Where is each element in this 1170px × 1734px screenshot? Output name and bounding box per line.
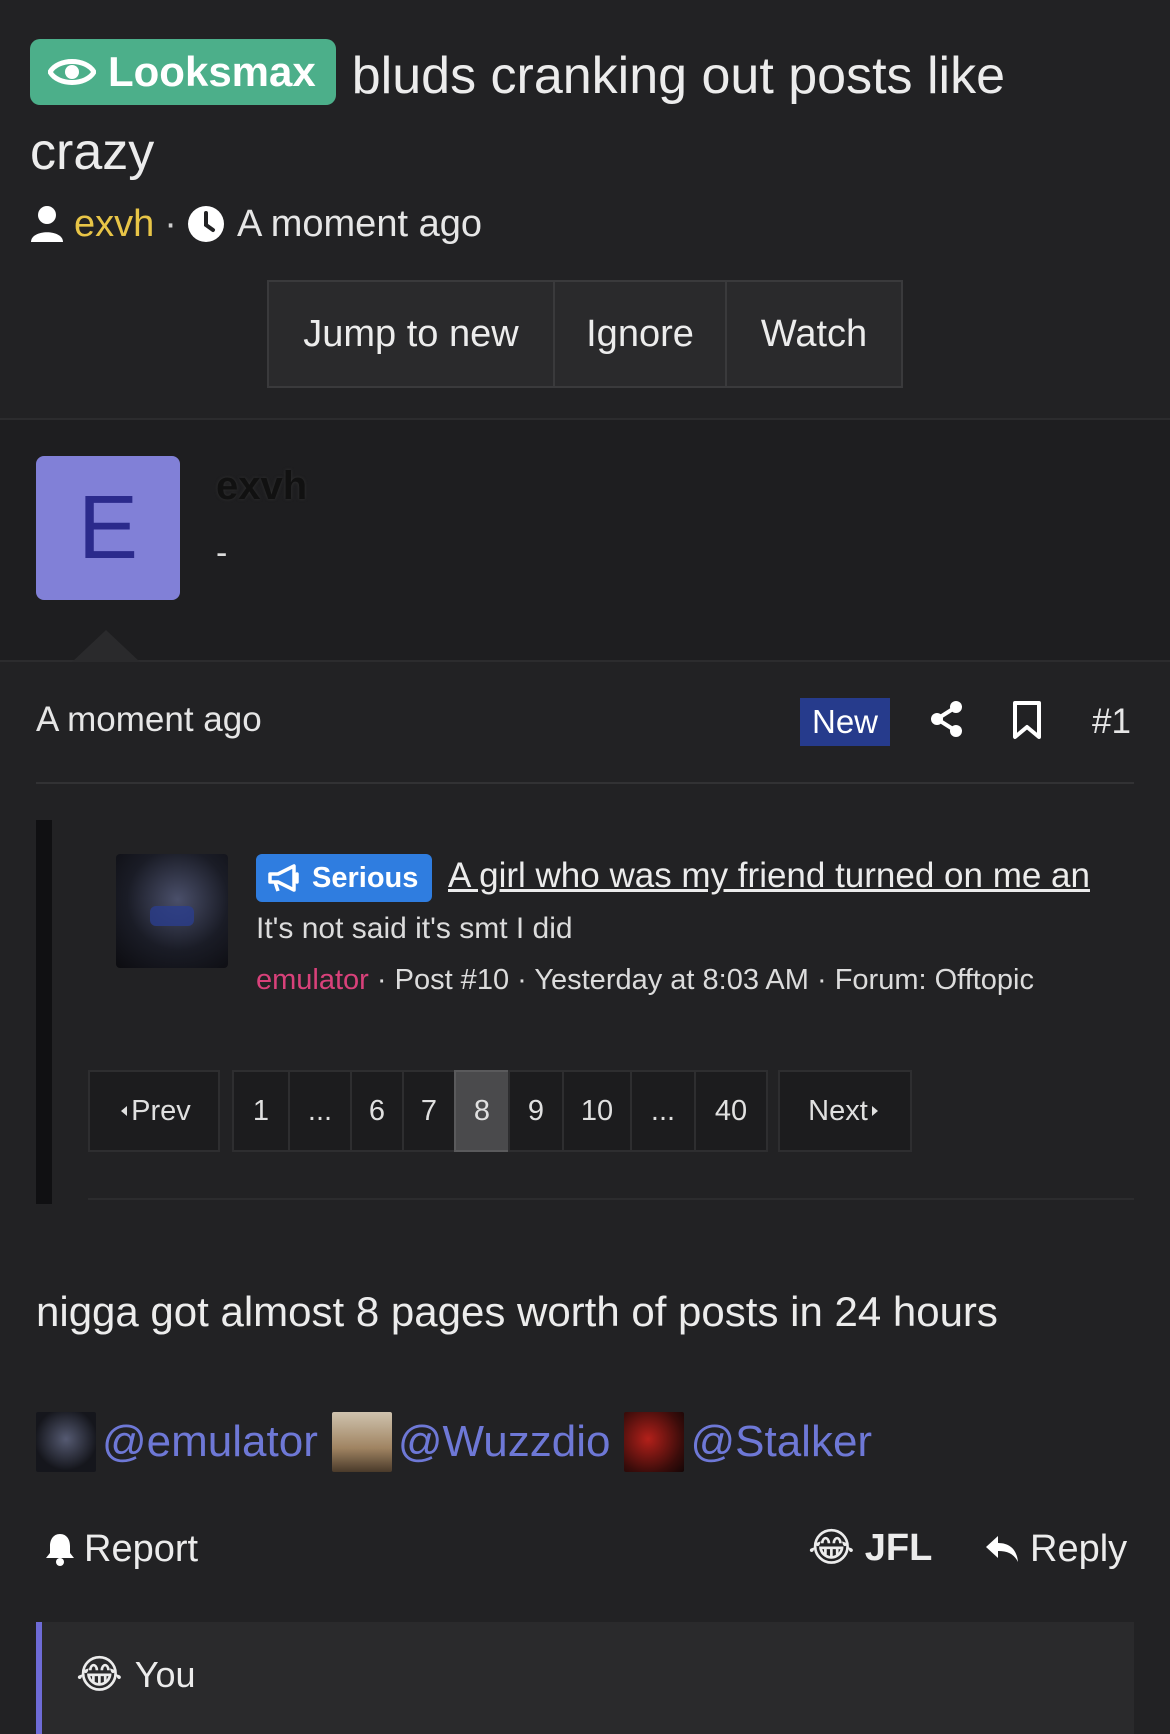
jfl-label: JFL	[864, 1526, 933, 1569]
crying-laughing-emoji: 😂	[808, 1526, 855, 1570]
eye-icon	[48, 59, 96, 85]
meta-separator: ·	[164, 202, 177, 245]
report-label: Report	[84, 1527, 199, 1570]
prefix-badge-looksmax[interactable]: Looksmax	[30, 39, 336, 105]
chevron-right-icon	[871, 1106, 878, 1116]
share-icon[interactable]	[930, 700, 964, 738]
clock-icon	[187, 206, 224, 242]
report-button[interactable]: Report	[44, 1524, 198, 1574]
thread-author-link[interactable]: exvh	[74, 203, 154, 246]
thread-title: Looksmax bluds cranking out posts like cr…	[30, 38, 1140, 190]
ignore-button[interactable]: Ignore	[555, 282, 727, 386]
mention-link-emulator[interactable]: @emulator	[102, 1417, 318, 1467]
page-link: 7	[402, 1070, 456, 1152]
jump-to-new-button[interactable]: Jump to new	[269, 282, 555, 386]
reactions-bar[interactable]: 😂 You	[36, 1622, 1134, 1734]
avatar[interactable]	[36, 1412, 96, 1472]
megaphone-icon	[268, 864, 299, 892]
page-link: 6	[350, 1070, 404, 1152]
page-link: 9	[508, 1070, 564, 1152]
page-ellipsis: ...	[630, 1070, 696, 1152]
post-time[interactable]: A moment ago	[36, 700, 262, 740]
embed-author: emulator	[256, 964, 369, 996]
reply-arrow-icon	[986, 1536, 1018, 1562]
reply-label: Reply	[1030, 1527, 1128, 1570]
mention-link-stalker[interactable]: @Stalker	[690, 1417, 872, 1467]
bookmark-icon[interactable]	[1012, 700, 1042, 740]
mention-link-wuzzdio[interactable]: @Wuzzdio	[398, 1417, 611, 1467]
pagination-prev: Prev	[88, 1070, 220, 1152]
page-link: 40	[694, 1070, 768, 1152]
page-ellipsis: ...	[288, 1070, 352, 1152]
embed-meta: emulator · Post #10 · Yesterday at 8:03 …	[256, 964, 1034, 997]
prefix-badge-serious: Serious	[256, 854, 433, 902]
user-icon	[31, 206, 63, 242]
thread-meta: exvh · A moment ago	[30, 198, 482, 250]
page-link: 10	[562, 1070, 632, 1152]
post-user-title: -	[216, 534, 228, 572]
embed-avatar	[116, 854, 228, 968]
embed-meta-rest: · Post #10 · Yesterday at 8:03 AM · Foru…	[368, 964, 1035, 996]
reactions-user: You	[134, 1654, 196, 1695]
avatar[interactable]	[624, 1412, 685, 1472]
avatar[interactable]: E	[36, 456, 180, 600]
prefix-label: Looksmax	[108, 48, 316, 95]
divider	[36, 782, 1134, 784]
embed-pagination: Prev 1 ... 6 7 8 9 10 ... 40 Next	[88, 1070, 912, 1152]
post-username[interactable]: exvh	[216, 464, 307, 509]
chevron-left-icon	[121, 1106, 128, 1116]
new-badge: New	[800, 698, 890, 746]
post-body-text: nigga got almost 8 pages worth of posts …	[36, 1288, 998, 1335]
watch-button[interactable]: Watch	[727, 282, 901, 386]
mentions-row: @emulator @Wuzzdio @Stalker	[36, 1412, 886, 1472]
message-notch	[72, 630, 140, 662]
page-current: 8	[454, 1070, 510, 1152]
avatar[interactable]	[331, 1412, 392, 1472]
thread-action-buttons: Jump to new Ignore Watch	[267, 280, 903, 388]
divider	[88, 1198, 1134, 1200]
post-number[interactable]: #1	[1092, 702, 1131, 742]
bell-icon	[46, 1534, 74, 1566]
embed-snippet: It's not said it's smt I did	[256, 912, 573, 945]
pagination-next: Next	[778, 1070, 912, 1152]
embed-thread-title: A girl who was my friend turned on me an	[448, 856, 1090, 895]
serious-label: Serious	[312, 861, 419, 894]
reply-button[interactable]: Reply	[984, 1524, 1127, 1574]
jfl-reaction-button[interactable]: 😂 JFL	[808, 1522, 932, 1574]
crying-laughing-emoji: 😂	[76, 1653, 123, 1697]
thread-time[interactable]: A moment ago	[237, 203, 482, 246]
page-link: 1	[232, 1070, 290, 1152]
quote-bar	[36, 820, 52, 1204]
